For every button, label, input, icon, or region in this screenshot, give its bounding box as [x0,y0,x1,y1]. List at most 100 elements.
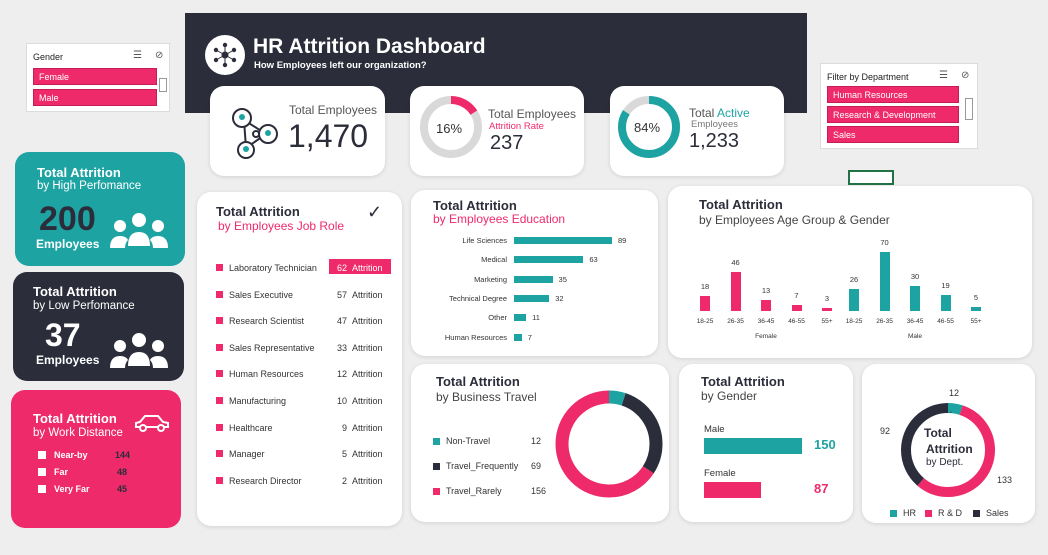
employees-network-icon [232,108,278,159]
job-role-bullet [216,343,223,351]
age-tick-label: 18-25 [696,318,714,325]
card-high-performance: Total Attrition by High Perfomance 200 E… [15,152,185,266]
selected-cell[interactable] [848,170,894,185]
department-data-label: 92 [880,426,891,436]
age-bar [879,252,890,311]
department-legend-label: Sales [986,508,1009,518]
dashboard-subtitle: How Employees left our organization? [254,60,427,71]
very-far-label: Very Far [54,484,90,494]
multi-select-icon[interactable]: ☰ [939,70,948,81]
job-role-unit: Attrition [352,475,383,486]
education-bar [514,237,612,244]
job-role-bullet [216,397,223,404]
job-role-value: 57 [336,289,347,300]
job-role-value: 47 [336,316,347,327]
department-slicer[interactable]: Filter by Department ☰ ⊘ Human Resources… [820,63,978,149]
education-data-label: 35 [558,274,567,284]
age-tick-label: 55+ [970,318,982,325]
age-tick-label: 55+ [821,318,833,325]
job-role-bullet [216,264,223,271]
job-role-bullet [216,370,223,378]
job-role-unit: Attrition [352,263,383,273]
near-by-checkbox[interactable] [38,451,46,459]
job-role-bullet [216,423,223,431]
job-role-unit: Attrition [352,369,383,380]
far-label: Far [54,467,69,477]
job-role-bullet [216,476,223,484]
age-tick-label: 36-45 [757,318,775,325]
department-legend-label: R & D [938,508,963,518]
gender-option-female[interactable]: Female [33,68,157,85]
travel-legend-value: 156 [531,486,547,496]
kpi-attrition-value: 237 [490,132,524,154]
job-role-value: 62 [336,263,347,273]
age-data-label: 30 [910,271,920,281]
kpi-attrition-sublabel: Attrition Rate [489,121,544,132]
dept-option-hr[interactable]: Human Resources [827,86,959,103]
gender-option-male[interactable]: Male [33,89,157,106]
age-bar [849,289,859,311]
age-tick-label: 46-55 [937,318,954,325]
job-role-label: Sales Representative [229,342,315,353]
age-bar [700,295,710,311]
education-data-label: 63 [589,255,598,265]
travel-legend-swatch [433,463,440,470]
job-role-unit: Attrition [352,396,383,406]
travel-legend-label: Travel_Rarely [446,486,502,496]
kpi-attrition-label: Total Employees [488,107,577,121]
gender-bar [704,482,761,498]
education-title: Total Attrition [433,198,517,213]
kpi-active-employees: 84% Total Active Employees 1,233 [610,86,784,176]
gender-slicer[interactable]: Gender ☰ ⊘ Female Male [26,43,170,112]
attrition-rate-percent: 16% [436,121,463,136]
age-data-label: 19 [941,280,950,290]
gender-category-label: Male [704,424,725,435]
job-role-label: Manager [229,449,265,460]
department-legend-swatch [925,510,932,517]
travel-donut-chart [555,390,663,498]
gender-group-label: Female [755,333,777,340]
network-logo-icon [205,35,245,75]
job-role-title: Total Attrition [216,204,300,219]
dept-option-sales[interactable]: Sales [827,126,959,143]
travel-legend-value: 69 [531,461,542,471]
education-bar [514,314,527,322]
department-legend-swatch [890,510,897,517]
education-data-label: 7 [527,332,532,342]
dept-option-rd[interactable]: Research & Development [827,106,959,123]
age-data-label: 5 [973,292,979,302]
education-subtitle: by Employees Education [433,212,566,226]
education-bar [514,333,522,341]
active-rate-percent: 84% [634,120,661,135]
multi-select-icon[interactable]: ☰ [133,50,142,61]
far-checkbox[interactable] [38,468,46,476]
education-tick-label: Human Resources [444,332,507,342]
near-by-value: 144 [115,450,131,460]
card-work-distance: Total Attrition by Work Distance Near-by… [11,390,181,528]
age-data-label: 46 [731,258,740,268]
job-role-value: 33 [336,342,347,353]
education-bar [514,256,584,264]
dept-center-b: Attrition [926,442,973,456]
clear-filter-icon[interactable]: ⊘ [961,70,969,81]
kpi-active-label-b: Active [717,106,750,120]
department-data-label: 133 [997,475,1013,485]
travel-subtitle: by Business Travel [436,390,537,404]
kpi-total-label: Total Employees [289,103,378,117]
high-perf-value: 200 [39,200,96,238]
travel-legend-label: Travel_Frequently [446,461,519,471]
clear-filter-icon[interactable]: ⊘ [155,50,163,61]
job-role-label: Manufacturing [229,396,287,406]
distance-title: Total Attrition [33,411,117,426]
education-bar [514,294,550,302]
very-far-checkbox[interactable] [38,485,46,493]
gender-chart-title: Total Attrition [701,374,785,389]
card-gender-chart: Total Attrition by Gender Male 150 Female 8… [679,364,853,522]
very-far-value: 45 [117,484,128,494]
gender-slicer-scrollbar[interactable] [159,78,167,92]
job-role-value: 10 [336,396,347,406]
department-slicer-scrollbar[interactable] [965,98,973,120]
travel-legend-value: 12 [531,436,542,446]
gender-chart-subtitle: by Gender [701,389,758,403]
education-tick-label: Marketing [474,274,507,284]
